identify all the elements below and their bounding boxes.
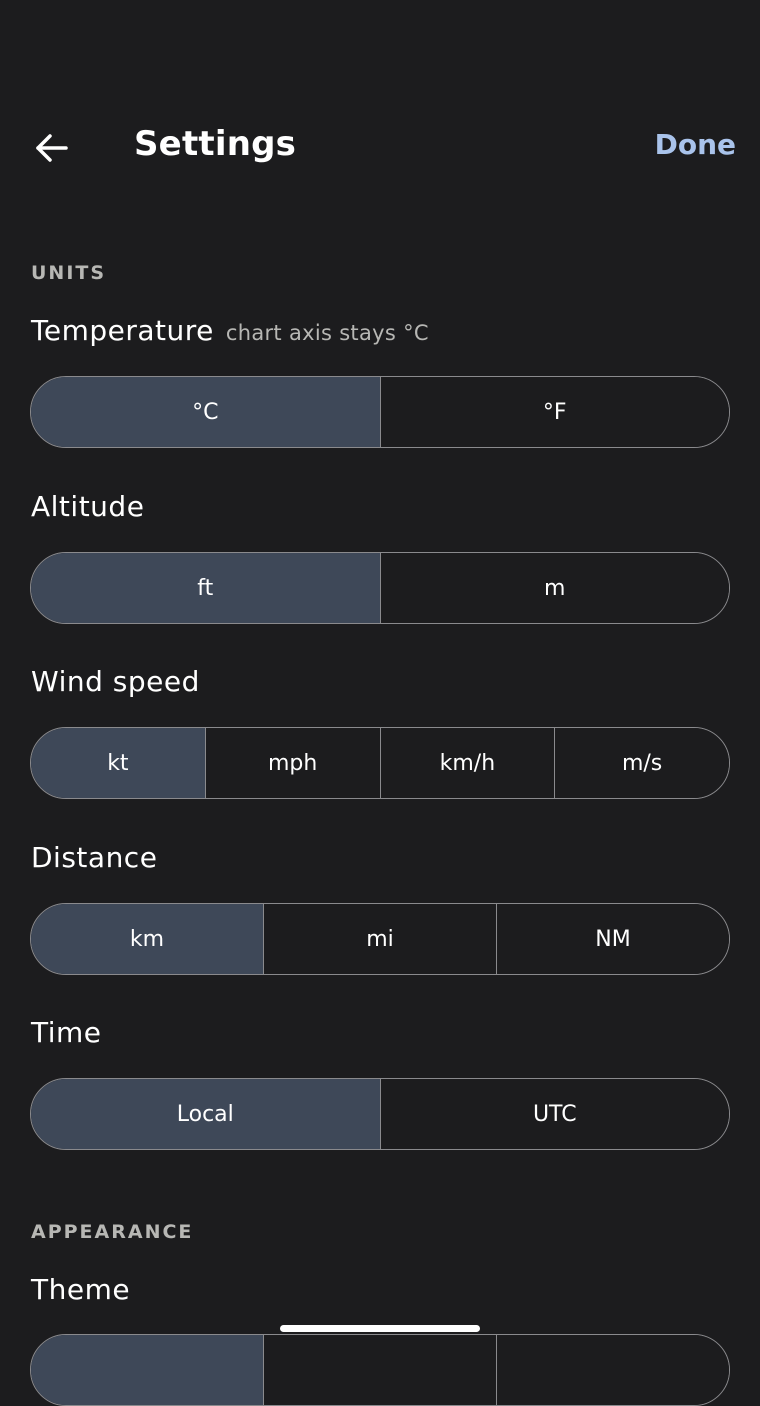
temperature-segmented-control: °C °F	[30, 376, 730, 448]
wind-speed-option-ms[interactable]: m/s	[554, 728, 729, 798]
temperature-row-label: Temperature chart axis stays °C	[31, 314, 429, 347]
back-button[interactable]	[26, 126, 78, 170]
wind-speed-option-kt[interactable]: kt	[31, 728, 205, 798]
temperature-option-fahrenheit[interactable]: °F	[379, 377, 729, 447]
time-segmented-control: Local UTC	[30, 1078, 730, 1150]
altitude-option-m[interactable]: m	[379, 553, 729, 623]
theme-option-3[interactable]	[496, 1335, 729, 1405]
wind-speed-label: Wind speed	[31, 665, 200, 698]
time-option-local[interactable]: Local	[31, 1079, 380, 1149]
navigation-header: Settings Done	[0, 108, 760, 188]
altitude-option-ft[interactable]: ft	[31, 553, 380, 623]
distance-label: Distance	[31, 841, 158, 874]
page-title: Settings	[134, 124, 297, 164]
altitude-segmented-control: ft m	[30, 552, 730, 624]
theme-label: Theme	[31, 1273, 131, 1306]
time-label: Time	[31, 1016, 102, 1049]
home-indicator[interactable]	[280, 1325, 480, 1332]
distance-option-km[interactable]: km	[31, 904, 263, 974]
theme-option-1[interactable]	[31, 1335, 263, 1405]
temperature-hint: chart axis stays °C	[225, 321, 429, 345]
altitude-label: Altitude	[31, 490, 145, 523]
temperature-option-celsius[interactable]: °C	[31, 377, 380, 447]
theme-option-2[interactable]	[263, 1335, 496, 1405]
time-option-utc[interactable]: UTC	[379, 1079, 729, 1149]
section-title-units: UNITS	[31, 262, 107, 284]
wind-speed-option-kmh[interactable]: km/h	[379, 728, 555, 798]
theme-segmented-control	[30, 1334, 730, 1406]
arrow-left-icon	[36, 134, 68, 162]
temperature-label: Temperature	[31, 314, 214, 347]
done-button[interactable]: Done	[655, 128, 736, 161]
wind-speed-option-mph[interactable]: mph	[204, 728, 380, 798]
distance-segmented-control: km mi NM	[30, 903, 730, 975]
section-title-appearance: APPEARANCE	[31, 1221, 194, 1243]
distance-option-nm[interactable]: NM	[496, 904, 729, 974]
wind-speed-segmented-control: kt mph km/h m/s	[30, 727, 730, 799]
distance-option-mi[interactable]: mi	[263, 904, 496, 974]
